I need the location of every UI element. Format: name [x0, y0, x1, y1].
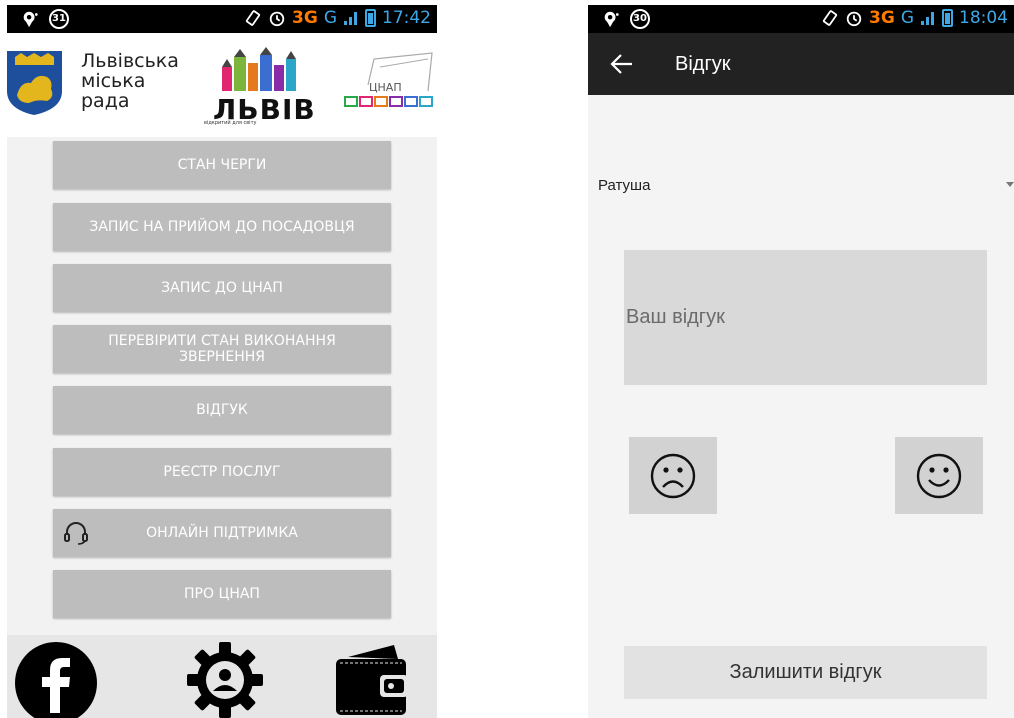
dropdown-arrow-icon [1006, 182, 1014, 187]
status-bar: 31 3G G 17:42 [7, 5, 437, 33]
queue-status-button[interactable]: СТАН ЧЕРГИ [53, 141, 391, 189]
battery-icon [365, 9, 376, 27]
happy-rating-button[interactable] [895, 437, 983, 514]
page-title: Відгук [675, 53, 731, 75]
app-bar: Відгук [588, 33, 1014, 95]
clock: 18:04 [959, 8, 1008, 28]
menu-button-label: ПЕРЕВІРИТИ СТАН ВИКОНАННЯ ЗВЕРНЕННЯ [108, 333, 336, 365]
menu-button-label: ЗАПИС ДО ЦНАП [161, 280, 283, 296]
cnap-logo-word: ЦНАП [369, 81, 402, 94]
signal-icon [921, 12, 934, 25]
network-type: 3G [292, 8, 318, 28]
about-cnap-button[interactable]: ПРО ЦНАП [53, 570, 391, 618]
headset-icon [64, 522, 88, 545]
notification-badge: 30 [630, 9, 650, 29]
location-pin-icon [23, 11, 38, 28]
menu-button-label: ОНЛАЙН ПІДТРИМКА [146, 525, 298, 541]
wallet-icon[interactable] [332, 639, 412, 718]
city-council-name: Львівська міська рада [81, 50, 179, 112]
gear-icon[interactable] [186, 641, 264, 718]
signal-label: G [323, 8, 337, 28]
battery-icon [942, 9, 953, 27]
alarm-icon [846, 11, 862, 27]
notification-badge: 31 [49, 9, 69, 29]
sad-rating-button[interactable] [629, 437, 717, 514]
lviv-crest-icon [7, 51, 62, 115]
vibrate-icon [822, 10, 838, 26]
lviv-logo-tagline: відкритий для світу [204, 120, 257, 126]
menu-button-label: РЕЄСТР ПОСЛУГ [163, 464, 281, 480]
bottom-bar [7, 635, 437, 718]
menu-button-label: ЗАПИС НА ПРИЙОМ ДО ПОСАДОВЦЯ [89, 219, 355, 235]
official-appointment-button[interactable]: ЗАПИС НА ПРИЙОМ ДО ПОСАДОВЦЯ [53, 203, 391, 251]
vibrate-icon [245, 10, 261, 26]
clock: 17:42 [382, 8, 431, 28]
network-type: 3G [869, 8, 895, 28]
location-pin-icon [604, 11, 619, 28]
services-registry-button[interactable]: РЕЄСТР ПОСЛУГ [53, 448, 391, 496]
sad-face-icon [650, 453, 696, 498]
menu-button-label: ВІДГУК [196, 402, 248, 418]
menu-button-label: ПРО ЦНАП [184, 586, 260, 602]
back-arrow-icon[interactable] [610, 53, 634, 75]
menu-button-label: СТАН ЧЕРГИ [177, 157, 267, 173]
submit-feedback-button[interactable]: Залишити відгук [624, 646, 987, 699]
check-request-status-button[interactable]: ПЕРЕВІРИТИ СТАН ВИКОНАННЯ ЗВЕРНЕННЯ [53, 325, 391, 373]
alarm-icon [269, 11, 285, 27]
location-select[interactable]: Ратуша [588, 170, 1014, 202]
facebook-icon[interactable] [14, 641, 98, 718]
main-menu-screen: 31 3G G 17:42 Львівська міська рада ЛЬВІ… [7, 5, 437, 718]
signal-icon [344, 12, 357, 25]
feedback-screen: 30 3G G 18:04 Відгук Ратуша Залишити від… [588, 5, 1014, 718]
online-support-button[interactable]: ОНЛАЙН ПІДТРИМКА [53, 509, 391, 557]
status-bar: 30 3G G 18:04 [588, 5, 1014, 33]
happy-face-icon [916, 453, 962, 498]
location-select-value: Ратуша [598, 177, 651, 194]
cnap-appointment-button[interactable]: ЗАПИС ДО ЦНАП [53, 264, 391, 312]
header-logos: Львівська міська рада ЛЬВІВ відкритий дл… [7, 33, 437, 137]
feedback-button[interactable]: ВІДГУК [53, 386, 391, 434]
signal-label: G [900, 8, 914, 28]
feedback-input[interactable] [624, 250, 987, 385]
